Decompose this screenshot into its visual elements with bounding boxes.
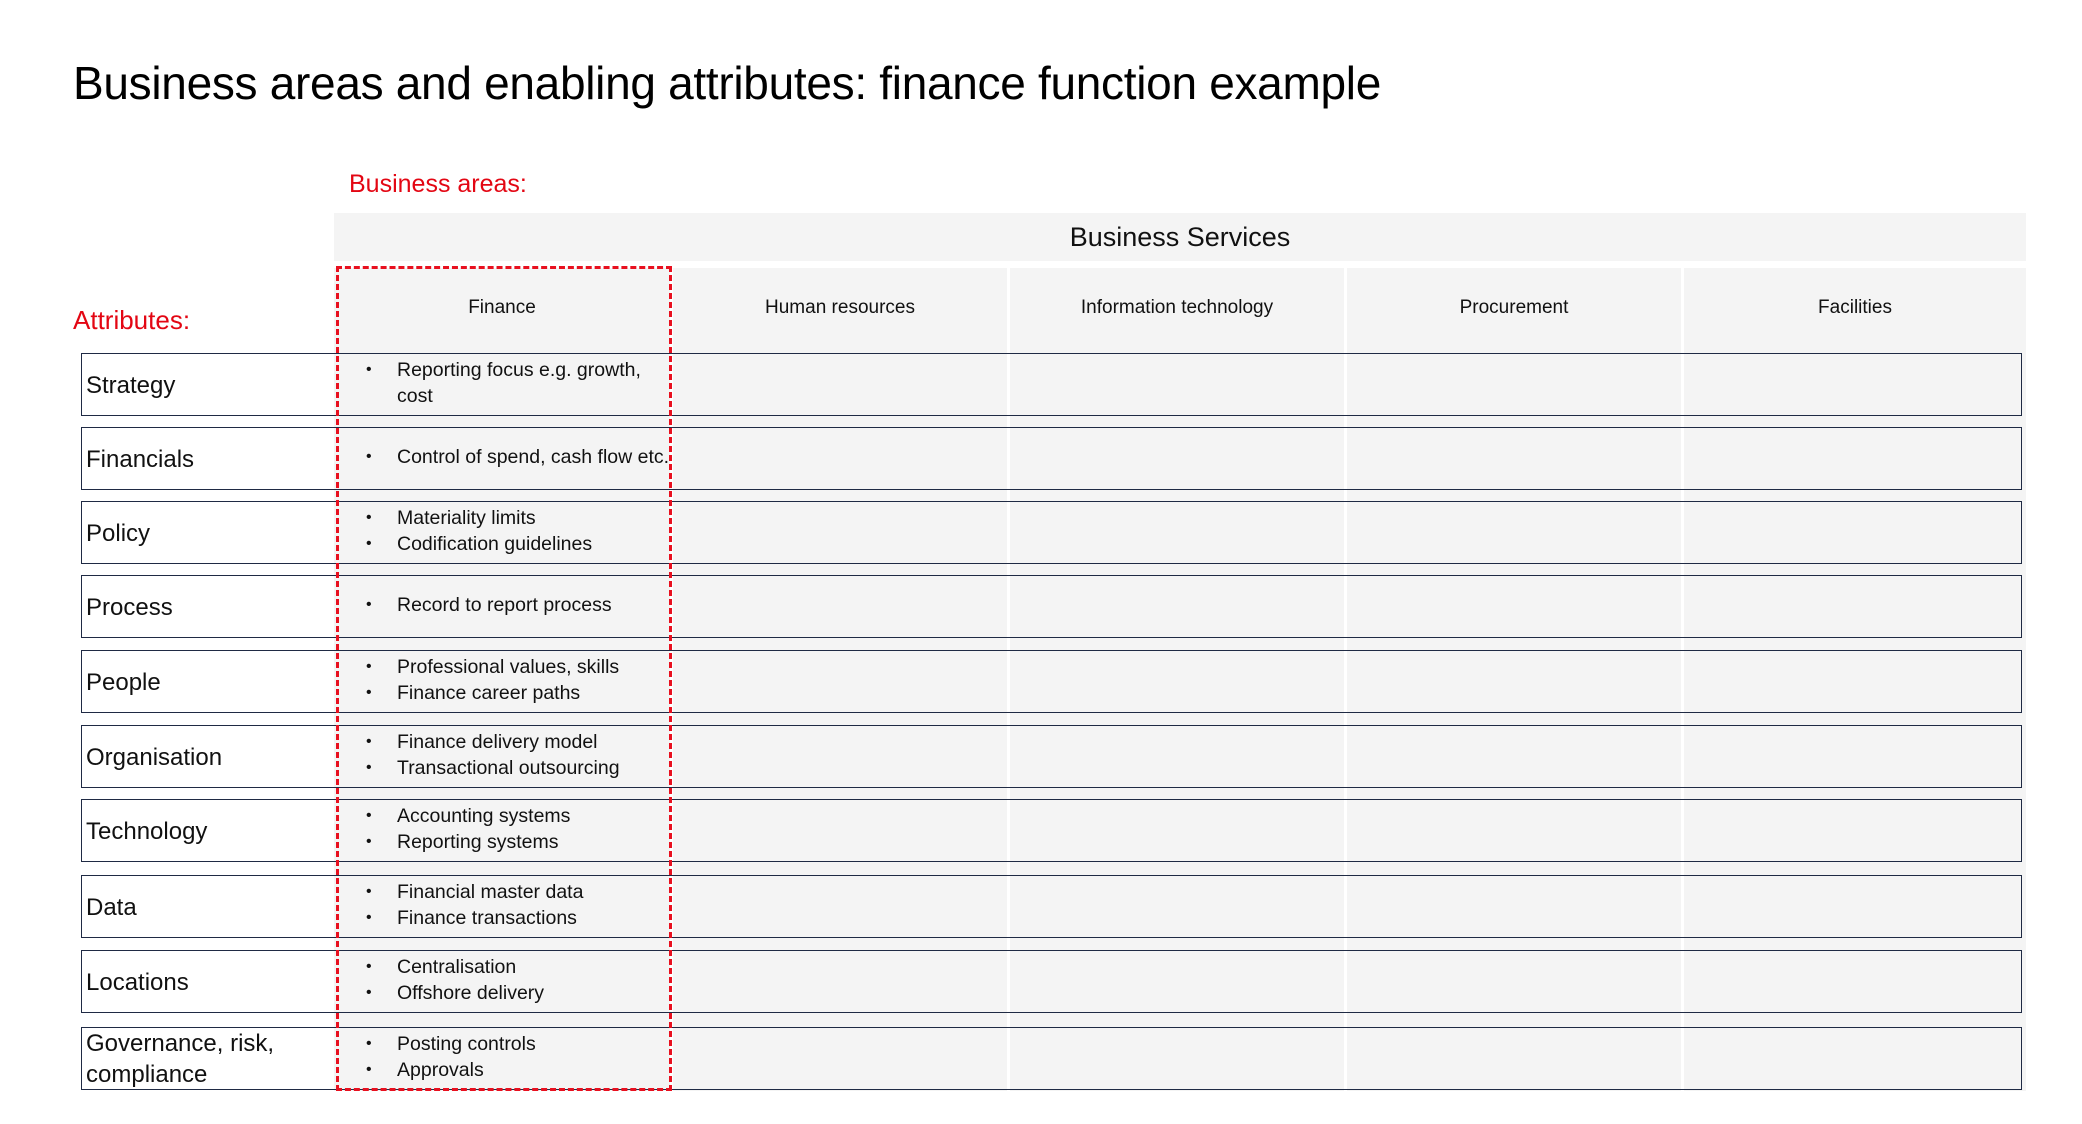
finance-cell: • Record to report process (360, 575, 670, 635)
bullet-text: Transactional outsourcing (397, 757, 620, 779)
bullet-item: • Finance delivery model (360, 729, 670, 755)
bullet-icon: • (366, 733, 372, 750)
bullet-item: • Professional values, skills (360, 654, 670, 680)
column-header: Procurement (1459, 297, 1569, 318)
bullet-icon: • (366, 535, 372, 552)
bullet-item: • Finance transactions (360, 905, 670, 931)
finance-cell: • Professional values, skills • Finance car… (360, 650, 670, 710)
bullet-item: • Approvals (360, 1057, 670, 1083)
page-title: Business areas and enabling attributes: … (73, 57, 1381, 109)
finance-cell: • Reporting focus e.g. growth, cost (360, 353, 670, 413)
bullet-text: Professional values, skills (397, 656, 620, 678)
attribute-label-text: Locations (86, 968, 189, 996)
bullet-icon: • (366, 759, 372, 776)
bullet-item: • Centralisation (360, 954, 670, 980)
bullet-icon: • (366, 807, 372, 824)
bullet-icon: • (366, 984, 372, 1001)
bullet-text: Record to report process (397, 594, 612, 616)
bullet-icon: • (366, 448, 372, 465)
attribute-label: Organisation (86, 725, 331, 789)
column-header: Information technology (1080, 297, 1274, 318)
bullet-icon: • (366, 509, 372, 526)
finance-cell: • Centralisation • Offshore delivery (360, 950, 670, 1010)
bullet-text: Reporting systems (397, 831, 559, 853)
attribute-label-text: Policy (86, 519, 151, 547)
bullet-item: • Financial master data (360, 879, 670, 905)
bullet-item: • Transactional outsourcing (360, 755, 670, 781)
bullet-icon: • (366, 909, 372, 926)
bullet-text: Reporting focus e.g. growth, cost (397, 359, 641, 407)
attribute-label-text: Financials (86, 445, 195, 473)
attribute-label-text: Governance, risk, compliance (86, 1030, 275, 1088)
bullet-text: Posting controls (397, 1033, 536, 1055)
attribute-label-text: Data (86, 893, 137, 921)
finance-cell: • Accounting systems • Reporting systems (360, 799, 670, 859)
bullet-item: • Reporting systems (360, 829, 670, 855)
bullet-icon: • (366, 833, 372, 850)
bullet-item: • Reporting focus e.g. growth, cost (360, 357, 670, 409)
bullet-icon: • (366, 883, 372, 900)
bullet-text: Materiality limits (397, 507, 536, 529)
bullet-text: Codification guidelines (397, 533, 593, 555)
attribute-label: Financials (86, 427, 331, 491)
bullet-item: • Materiality limits (360, 505, 670, 531)
finance-cell: • Control of spend, cash flow etc. (360, 427, 670, 487)
attribute-label-text: Strategy (86, 371, 176, 399)
bullet-icon: • (366, 1061, 372, 1078)
bullet-item: • Finance career paths (360, 680, 670, 706)
attribute-label-text: Process (86, 593, 173, 621)
bullet-text: Finance transactions (397, 907, 577, 929)
attribute-label: Governance, risk, compliance (86, 1027, 331, 1091)
attribute-label: Process (86, 575, 331, 639)
finance-cell: • Materiality limits • Codification guideli… (360, 501, 670, 561)
bullet-item: • Codification guidelines (360, 531, 670, 557)
finance-cell: • Finance delivery model • Transactional ou… (360, 725, 670, 785)
bullet-icon: • (366, 596, 372, 613)
attribute-label: Technology (86, 799, 331, 863)
bullet-icon: • (366, 684, 372, 701)
finance-cell: • Posting controls • Approvals (360, 1027, 670, 1087)
bullet-item: • Posting controls (360, 1031, 670, 1057)
attribute-label: Locations (86, 950, 331, 1014)
bullet-icon: • (366, 1035, 372, 1052)
bullet-icon: • (366, 361, 372, 378)
bullet-item: • Accounting systems (360, 803, 670, 829)
bullet-text: Finance career paths (397, 682, 581, 704)
business-services-title: Business Services (1069, 221, 1291, 252)
bullet-text: Approvals (397, 1059, 484, 1081)
bullet-icon: • (366, 958, 372, 975)
attribute-label: Data (86, 875, 331, 939)
attribute-label-text: Technology (86, 817, 208, 845)
column-header: Human resources (765, 297, 915, 318)
bullet-item: • Offshore delivery (360, 980, 670, 1006)
business-areas-label: Business areas: (349, 170, 527, 198)
attribute-label: Policy (86, 501, 331, 565)
finance-cell: • Financial master data • Finance transacti… (360, 875, 670, 935)
bullet-item: • Record to report process (360, 592, 670, 618)
bullet-icon: • (366, 658, 372, 675)
attribute-label: People (86, 650, 331, 714)
bullet-text: Control of spend, cash flow etc. (397, 446, 670, 468)
bullet-text: Centralisation (397, 956, 517, 978)
attribute-label-text: Organisation (86, 743, 223, 771)
attribute-label: Strategy (86, 353, 331, 417)
column-header: Facilities (1818, 297, 1892, 318)
bullet-text: Finance delivery model (397, 731, 598, 753)
bullet-text: Financial master data (397, 881, 584, 903)
bullet-text: Accounting systems (397, 805, 571, 827)
attribute-label-text: People (86, 668, 161, 696)
bullet-item: • Control of spend, cash flow etc. (360, 444, 670, 470)
bullet-text: Offshore delivery (397, 982, 545, 1004)
business-services-header: Business Services (334, 213, 2026, 261)
attributes-label: Attributes: (73, 305, 191, 335)
column-header: Finance (468, 297, 536, 318)
